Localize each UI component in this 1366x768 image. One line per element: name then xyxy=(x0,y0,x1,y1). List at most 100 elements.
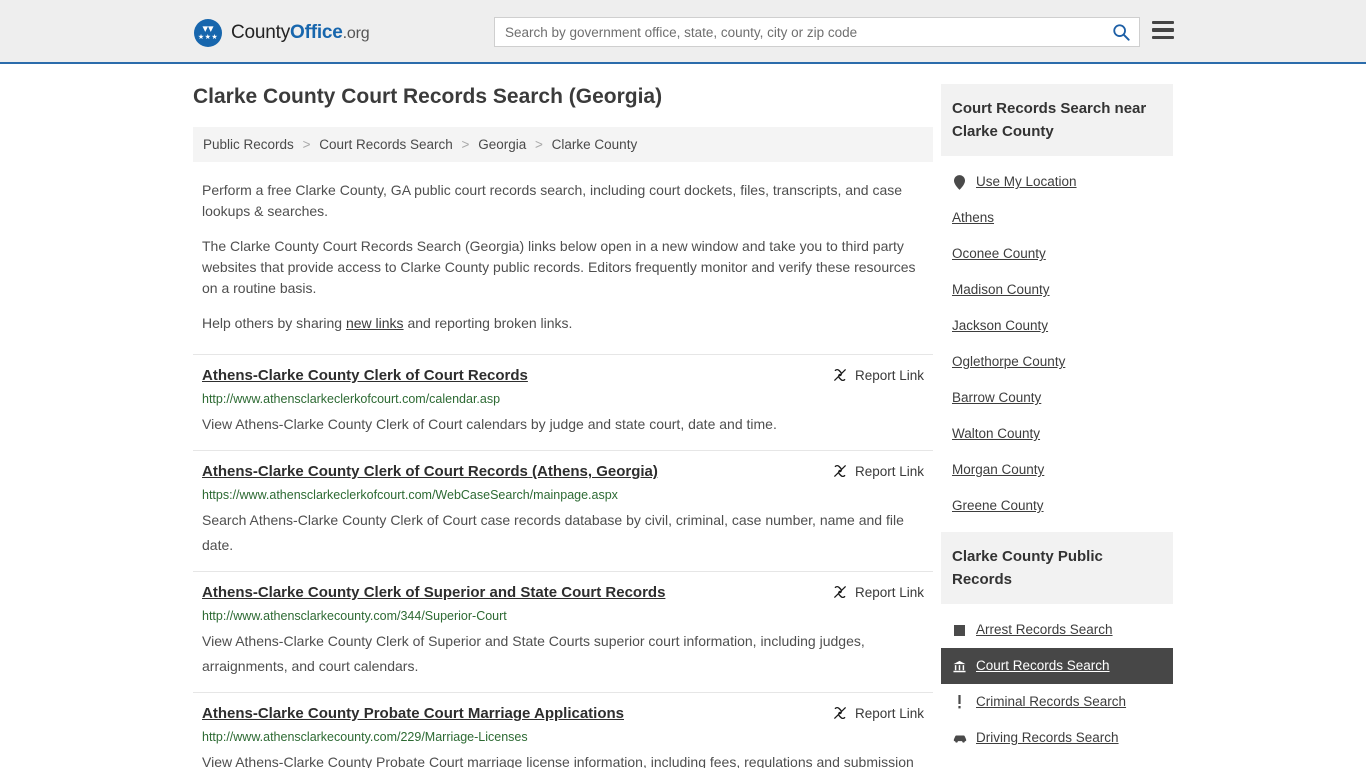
result-title-link[interactable]: Athens-Clarke County Probate Court Marri… xyxy=(202,704,624,724)
sidebar-link[interactable]: Athens xyxy=(952,209,994,227)
courthouse-icon xyxy=(952,660,967,673)
broken-link-icon xyxy=(833,706,847,720)
result-item: Athens-Clarke County Clerk of Court Reco… xyxy=(193,354,933,450)
result-item: Athens-Clarke County Clerk of Court Reco… xyxy=(193,450,933,571)
logo-text-county: County xyxy=(231,22,291,43)
sidebar-item-athens[interactable]: Athens xyxy=(941,200,1173,236)
sidebar-link[interactable]: Criminal Records Search xyxy=(976,693,1126,711)
search-icon xyxy=(1113,24,1130,41)
intro-text-before: Help others by sharing xyxy=(202,315,346,331)
car-icon xyxy=(952,734,967,743)
page-body: Clarke County Court Records Search (Geor… xyxy=(0,64,1366,768)
sidebar: Court Records Search near Clarke County … xyxy=(941,84,1173,768)
report-link-button[interactable]: Report Link xyxy=(832,462,924,479)
sidebar-nearby-box: Court Records Search near Clarke County … xyxy=(941,84,1173,526)
sidebar-link[interactable]: Oconee County xyxy=(952,245,1046,263)
sidebar-item-barrow-county[interactable]: Barrow County xyxy=(941,380,1173,416)
search-button[interactable] xyxy=(1103,18,1139,46)
result-url: https://www.athensclarkeclerkofcourt.com… xyxy=(202,488,618,502)
hamburger-bar xyxy=(1152,21,1174,25)
result-description: Search Athens-Clarke County Clerk of Cou… xyxy=(202,512,904,553)
sidebar-link[interactable]: Jackson County xyxy=(952,317,1048,335)
intro-text-after: and reporting broken links. xyxy=(403,315,573,331)
sidebar-item-oglethorpe-county[interactable]: Oglethorpe County xyxy=(941,344,1173,380)
search-input[interactable] xyxy=(495,18,1103,46)
sidebar-link[interactable]: Oglethorpe County xyxy=(952,353,1065,371)
hamburger-bar xyxy=(1152,28,1174,32)
sidebar-link[interactable]: Walton County xyxy=(952,425,1040,443)
intro-text: Perform a free Clarke County, GA public … xyxy=(193,180,933,334)
hamburger-bar xyxy=(1152,35,1174,39)
page-title: Clarke County Court Records Search (Geor… xyxy=(193,85,663,108)
sidebar-item-arrest-records-search[interactable]: Arrest Records Search xyxy=(941,612,1173,648)
sidebar-link[interactable]: Use My Location xyxy=(976,173,1077,191)
breadcrumb-separator: > xyxy=(302,137,311,152)
result-url: http://www.athensclarkecounty.com/344/Su… xyxy=(202,609,507,623)
sidebar-item-greene-county[interactable]: Greene County xyxy=(941,488,1173,524)
intro-paragraph-2: The Clarke County Court Records Search (… xyxy=(202,238,916,296)
sidebar-link[interactable]: Court Records Search xyxy=(976,657,1110,675)
hamburger-menu-icon[interactable] xyxy=(1152,21,1174,39)
sidebar-item-morgan-county[interactable]: Morgan County xyxy=(941,452,1173,488)
logo-text-org: .org xyxy=(342,25,370,42)
breadcrumb-separator: > xyxy=(461,137,470,152)
result-description: View Athens-Clarke County Clerk of Court… xyxy=(202,416,777,432)
search-bar[interactable] xyxy=(494,17,1140,47)
eagle-stars-seal-icon: ▾▾ ★★★ xyxy=(194,19,222,47)
result-title-link[interactable]: Athens-Clarke County Clerk of Superior a… xyxy=(202,583,665,603)
exclamation-icon xyxy=(952,695,967,709)
report-link-label: Report Link xyxy=(854,705,924,721)
sidebar-link[interactable]: Driving Records Search xyxy=(976,729,1119,747)
result-url: http://www.athensclarkecounty.com/229/Ma… xyxy=(202,730,528,744)
sidebar-item-jackson-county[interactable]: Jackson County xyxy=(941,308,1173,344)
result-description: View Athens-Clarke County Clerk of Super… xyxy=(202,633,865,674)
main-column: Clarke County Court Records Search (Geor… xyxy=(193,84,933,768)
report-link-label: Report Link xyxy=(854,463,924,479)
intro-paragraph-1: Perform a free Clarke County, GA public … xyxy=(202,182,903,219)
map-pin-icon xyxy=(952,174,967,190)
report-link-button[interactable]: Report Link xyxy=(832,583,924,600)
breadcrumb: Public Records > Court Records Search > … xyxy=(193,127,933,162)
sidebar-item-madison-county[interactable]: Madison County xyxy=(941,272,1173,308)
sidebar-link[interactable]: Arrest Records Search xyxy=(976,621,1113,639)
sidebar-public-records-box: Clarke County Public Records Arrest Reco… xyxy=(941,532,1173,758)
logo-text-office: Office xyxy=(290,22,343,43)
site-header: ▾▾ ★★★ CountyOffice.org xyxy=(0,0,1366,64)
breadcrumb-item-court-records-search[interactable]: Court Records Search xyxy=(319,137,453,152)
result-item: Athens-Clarke County Probate Court Marri… xyxy=(193,692,933,768)
sidebar-item-court-records-search[interactable]: Court Records Search xyxy=(941,648,1173,684)
intro-paragraph-3: Help others by sharing new links and rep… xyxy=(193,313,933,334)
sidebar-item-driving-records-search[interactable]: Driving Records Search xyxy=(941,720,1173,756)
broken-link-icon xyxy=(833,585,847,599)
report-link-button[interactable]: Report Link xyxy=(832,704,924,721)
breadcrumb-item-clarke-county[interactable]: Clarke County xyxy=(552,137,638,152)
report-link-button[interactable]: Report Link xyxy=(832,366,924,383)
result-url: http://www.athensclarkeclerkofcourt.com/… xyxy=(202,392,501,406)
broken-link-icon xyxy=(833,368,847,382)
broken-link-icon xyxy=(833,464,847,478)
result-title-link[interactable]: Athens-Clarke County Clerk of Court Reco… xyxy=(202,462,658,482)
sidebar-link[interactable]: Morgan County xyxy=(952,461,1044,479)
new-links-link[interactable]: new links xyxy=(346,315,404,331)
sidebar-item-oconee-county[interactable]: Oconee County xyxy=(941,236,1173,272)
handcuffs-icon xyxy=(952,624,967,636)
result-item: Athens-Clarke County Clerk of Superior a… xyxy=(193,571,933,692)
sidebar-item-use-my-location[interactable]: Use My Location xyxy=(941,164,1173,200)
sidebar-public-records-list: Arrest Records Search Court Records Sear… xyxy=(941,604,1173,758)
result-title-link[interactable]: Athens-Clarke County Clerk of Court Reco… xyxy=(202,366,528,386)
sidebar-public-records-heading: Clarke County Public Records xyxy=(941,532,1173,604)
report-link-label: Report Link xyxy=(854,367,924,383)
report-link-label: Report Link xyxy=(854,584,924,600)
breadcrumb-item-public-records[interactable]: Public Records xyxy=(203,137,294,152)
breadcrumb-separator: > xyxy=(535,137,543,152)
result-description: View Athens-Clarke County Probate Court … xyxy=(202,754,914,768)
site-logo[interactable]: ▾▾ ★★★ CountyOffice.org xyxy=(194,19,370,47)
sidebar-link[interactable]: Barrow County xyxy=(952,389,1041,407)
logo-text: CountyOffice.org xyxy=(231,22,370,44)
sidebar-link[interactable]: Madison County xyxy=(952,281,1050,299)
sidebar-item-criminal-records-search[interactable]: Criminal Records Search xyxy=(941,684,1173,720)
sidebar-link[interactable]: Greene County xyxy=(952,497,1044,515)
breadcrumb-item-georgia[interactable]: Georgia xyxy=(478,137,526,152)
sidebar-nearby-list: Use My Location Athens Oconee County Mad… xyxy=(941,156,1173,526)
sidebar-item-walton-county[interactable]: Walton County xyxy=(941,416,1173,452)
